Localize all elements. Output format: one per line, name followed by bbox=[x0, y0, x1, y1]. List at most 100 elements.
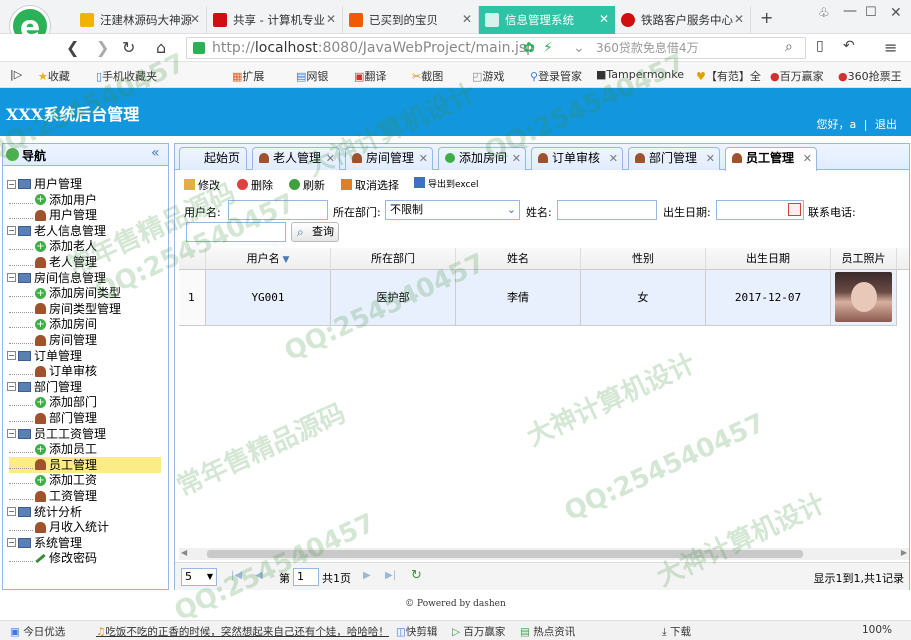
sidebar-toggle-icon[interactable]: |▷ bbox=[10, 68, 22, 81]
tree-item[interactable]: 工资管理 bbox=[9, 488, 97, 504]
cell-birth[interactable]: 2017-12-07 bbox=[706, 270, 831, 326]
scroll-left-icon[interactable]: ◀ bbox=[181, 548, 187, 557]
collapse-icon[interactable]: − bbox=[7, 273, 16, 283]
horizontal-scrollbar[interactable]: ◀ ▶ bbox=[179, 548, 909, 560]
browser-tab-active[interactable]: 信息管理系统 ✕ bbox=[479, 6, 615, 34]
delete-button[interactable]: 删除 bbox=[237, 177, 273, 193]
collapse-icon[interactable]: − bbox=[7, 382, 16, 392]
tree-group[interactable]: − 房间信息管理 bbox=[7, 270, 106, 286]
cancel-select-button[interactable]: 取消选择 bbox=[341, 177, 399, 193]
export-button[interactable]: 导出到excel bbox=[414, 177, 479, 190]
tree-item[interactable]: + 添加部门 bbox=[9, 394, 97, 410]
cell-username[interactable]: YG001 bbox=[206, 270, 331, 326]
tree-item[interactable]: 部门管理 bbox=[9, 410, 97, 426]
tab-home[interactable]: 起始页 bbox=[179, 147, 247, 170]
page-input[interactable]: 1 bbox=[293, 568, 319, 586]
tab-dept-manage[interactable]: 部门管理 ✕ bbox=[628, 147, 720, 170]
speed-icon[interactable]: ⚡ bbox=[543, 38, 553, 58]
tree-group[interactable]: − 系统管理 bbox=[7, 535, 82, 551]
undo-icon[interactable]: ↶ bbox=[843, 38, 855, 54]
close-icon[interactable]: ✕ bbox=[419, 148, 428, 169]
maximize-icon[interactable]: ☐ bbox=[865, 5, 877, 20]
scroll-right-icon[interactable]: ▶ bbox=[901, 548, 907, 557]
tree-group[interactable]: − 员工工资管理 bbox=[7, 426, 106, 442]
refresh-button[interactable]: 刷新 bbox=[289, 177, 325, 193]
collapse-icon[interactable]: − bbox=[7, 538, 16, 548]
grid-header-photo[interactable]: 员工照片 bbox=[831, 248, 897, 270]
bookmark-item[interactable]: ✂截图 bbox=[412, 68, 443, 84]
status-item[interactable]: ⤓ 下载 bbox=[662, 624, 691, 639]
home-icon[interactable]: ⌂ bbox=[156, 38, 166, 57]
close-icon[interactable]: ✕ bbox=[190, 12, 200, 26]
prev-page-icon[interactable]: ◀ bbox=[255, 570, 263, 581]
tree-item[interactable]: 订单审核 bbox=[9, 363, 97, 379]
collapse-icon[interactable]: − bbox=[7, 179, 16, 189]
logout-link[interactable]: 退出 bbox=[875, 118, 897, 131]
tree-item[interactable]: + 添加工资 bbox=[9, 472, 97, 488]
grid-header-username[interactable]: 用户名 ▼ bbox=[206, 248, 331, 270]
menu-icon[interactable]: ≡ bbox=[884, 38, 897, 57]
collapse-icon[interactable]: − bbox=[7, 429, 16, 439]
status-item[interactable]: ▣ 今日优选 bbox=[10, 624, 65, 639]
tab-room-manage[interactable]: 房间管理 ✕ bbox=[345, 147, 433, 170]
bookmark-item[interactable]: ▤网银 bbox=[296, 68, 328, 84]
skin-icon[interactable]: ♧ bbox=[818, 6, 830, 21]
first-page-icon[interactable]: |◀ bbox=[231, 570, 242, 581]
search-hint[interactable]: 360贷款免息借4万 bbox=[596, 38, 699, 58]
close-icon[interactable]: ✕ bbox=[706, 148, 715, 169]
browser-tab[interactable]: 汪建林源码大神源 ✕ bbox=[74, 6, 207, 34]
bookmark-item[interactable]: ♥【有范】全 bbox=[696, 68, 761, 84]
dept-select[interactable]: 不限制 ⌄ bbox=[385, 200, 520, 220]
bookmark-item[interactable]: ●百万赢家 bbox=[770, 68, 824, 84]
tree-item[interactable]: 员工管理 bbox=[9, 456, 161, 473]
tab-elder-manage[interactable]: 老人管理 ✕ bbox=[252, 147, 340, 170]
tree-item[interactable]: + 添加老人 bbox=[9, 238, 97, 254]
page-size-select[interactable]: 5 ▼ bbox=[181, 568, 217, 586]
zoom-level[interactable]: 100% bbox=[862, 624, 892, 636]
username-input[interactable] bbox=[228, 200, 328, 220]
new-tab-button[interactable]: + bbox=[760, 8, 773, 27]
tree-item[interactable]: + 添加用户 bbox=[9, 192, 97, 208]
tree-item[interactable]: 月收入统计 bbox=[9, 519, 109, 535]
sync-icon[interactable]: ✿ bbox=[523, 38, 535, 58]
edit-button[interactable]: 修改 bbox=[184, 177, 220, 193]
last-page-icon[interactable]: ▶| bbox=[385, 570, 396, 581]
close-icon[interactable]: ✕ bbox=[512, 148, 521, 169]
grid-header-birth[interactable]: 出生日期 bbox=[706, 248, 831, 270]
tree-group[interactable]: − 订单管理 bbox=[7, 348, 82, 364]
tree-group[interactable]: − 用户管理 bbox=[7, 176, 82, 192]
close-icon[interactable]: ✕ bbox=[803, 148, 812, 169]
tree-item[interactable]: 老人管理 bbox=[9, 254, 97, 270]
tree-group[interactable]: − 老人信息管理 bbox=[7, 223, 106, 239]
calendar-icon[interactable] bbox=[788, 203, 801, 216]
bookmark-item[interactable]: ★收藏 bbox=[38, 68, 70, 84]
tab-order-review[interactable]: 订单审核 ✕ bbox=[531, 147, 623, 170]
cell-name[interactable]: 李倩 bbox=[456, 270, 581, 326]
bookmark-item[interactable]: ●360抢票王 bbox=[838, 68, 902, 84]
collapse-button[interactable]: « bbox=[151, 145, 160, 161]
tree-item[interactable]: 房间管理 bbox=[9, 332, 97, 348]
phone-icon[interactable]: ▯ bbox=[816, 38, 824, 54]
grid-header-gender[interactable]: 性别 bbox=[581, 248, 706, 270]
collapse-icon[interactable]: − bbox=[7, 507, 16, 517]
status-item[interactable]: ◫快剪辑 bbox=[396, 624, 437, 639]
minimize-icon[interactable]: — bbox=[843, 3, 857, 19]
refresh-icon[interactable]: ↻ bbox=[411, 568, 422, 583]
address-bar[interactable]: http://localhost:8080/JavaWebProject/mai… bbox=[186, 37, 806, 59]
tree-group[interactable]: − 统计分析 bbox=[7, 504, 82, 520]
dropdown-icon[interactable]: ⌄ bbox=[573, 38, 585, 58]
status-item[interactable]: ▷ 百万赢家 bbox=[452, 624, 505, 639]
collapse-icon[interactable]: − bbox=[7, 351, 16, 361]
tree-item[interactable]: + 添加房间类型 bbox=[9, 285, 121, 301]
bookmark-item[interactable]: ◰游戏 bbox=[472, 68, 504, 84]
tab-add-room[interactable]: 添加房间 ✕ bbox=[438, 147, 526, 170]
collapse-icon[interactable]: − bbox=[7, 226, 16, 236]
back-icon[interactable]: ❮ bbox=[66, 38, 79, 57]
close-icon[interactable]: ✕ bbox=[326, 12, 336, 26]
cell-dept[interactable]: 医护部 bbox=[331, 270, 456, 326]
grid-header-dept[interactable]: 所在部门 bbox=[331, 248, 456, 270]
browser-tab[interactable]: 共享 - 计算机专业 ✕ bbox=[207, 6, 343, 34]
tree-item[interactable]: 修改密码 bbox=[9, 550, 97, 566]
grid-header-name[interactable]: 姓名 bbox=[456, 248, 581, 270]
scroll-thumb[interactable] bbox=[207, 550, 803, 558]
